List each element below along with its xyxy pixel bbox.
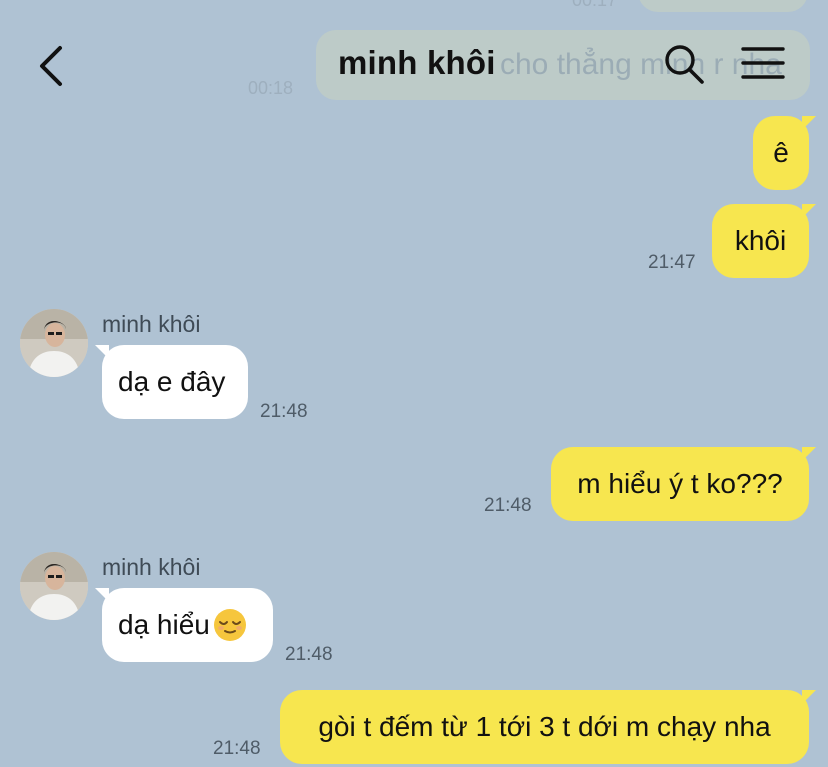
message-text: dạ hiểu [118,609,210,640]
menu-button[interactable] [740,44,786,84]
outgoing-message-bubble[interactable]: gòi t đếm từ 1 tới 3 t dới m chạy nha [280,690,816,764]
message-text: khôi [734,225,787,256]
outgoing-message-bubble[interactable]: khôi [712,204,816,278]
outgoing-message-bubble[interactable]: ê [753,116,816,190]
message-text: m hiểu ý t ko??? [577,468,783,499]
avatar[interactable] [20,309,88,377]
message-text: dạ e đây [118,366,226,397]
chat-title[interactable]: minh khôi [338,44,496,82]
message-time: 21:48 [260,401,308,422]
incoming-message-bubble[interactable]: dạ hiểu [95,588,273,662]
message-time: 21:48 [285,644,333,665]
incoming-message-bubble[interactable]: dạ e đây [95,345,248,419]
avatar[interactable] [20,552,88,620]
chevron-left-icon [40,46,62,86]
message-text: ê [773,137,789,168]
contact-photo-icon [20,552,88,620]
message-time: 21:48 [213,738,261,759]
sender-name: minh khôi [102,554,201,580]
search-button[interactable] [662,42,706,86]
search-icon [665,45,704,84]
message-text: gòi t đếm từ 1 tới 3 t dới m chạy nha [318,711,771,742]
message-time: 21:48 [484,495,532,516]
message-time: 21:47 [648,252,696,273]
chat-screen: 00:17 cho thẳng minh r nha 00:18 minh kh… [0,0,828,767]
chat-header: minh khôi [0,0,828,110]
back-button[interactable] [28,40,76,92]
hamburger-menu-icon [741,47,785,79]
sender-name: minh khôi [102,311,201,337]
outgoing-message-bubble[interactable]: m hiểu ý t ko??? [551,447,816,521]
relieved-face-icon [213,609,246,641]
contact-photo-icon [20,309,88,377]
